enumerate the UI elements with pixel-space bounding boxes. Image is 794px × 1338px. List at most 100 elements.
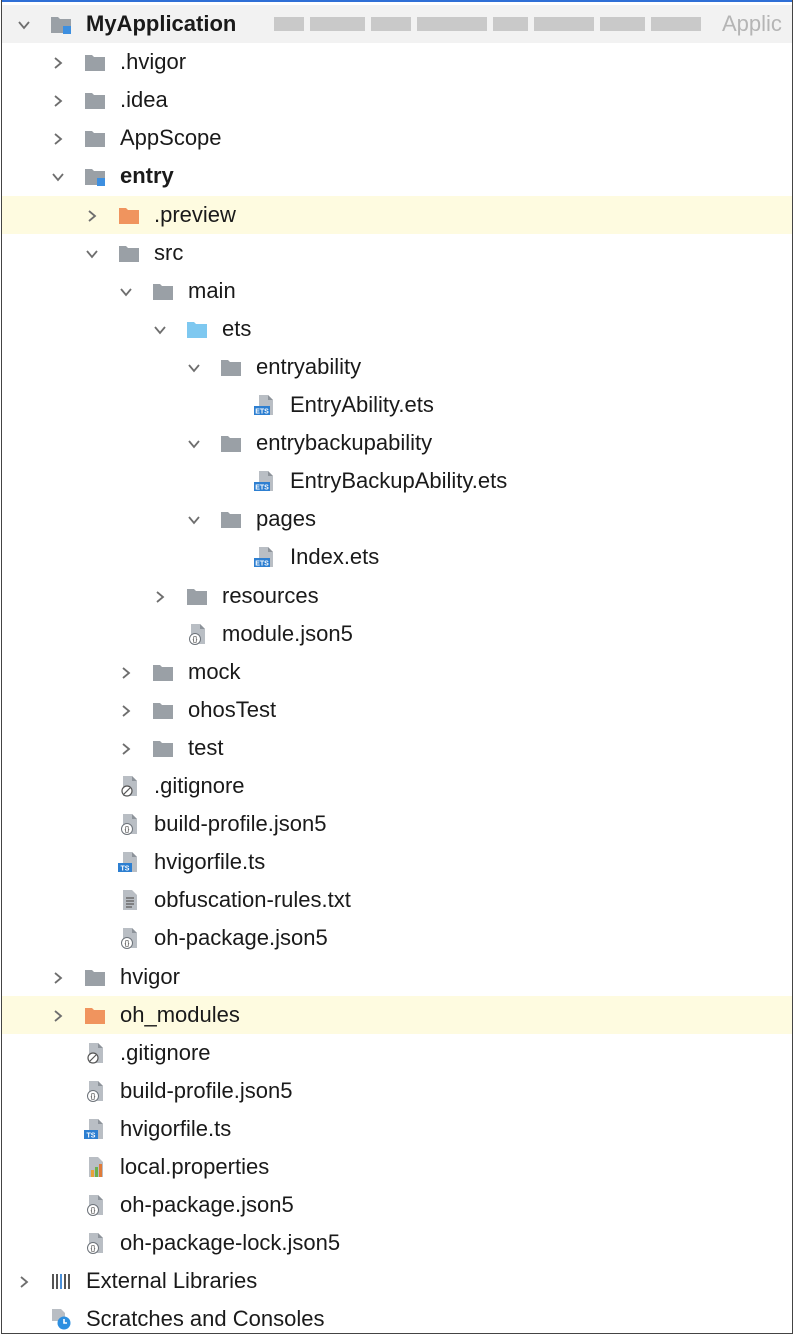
ets-file-icon: ETS	[254, 394, 276, 416]
tree-row-gitignore[interactable]: .gitignore	[2, 767, 792, 805]
tree-row-label: MyApplication	[86, 11, 237, 36]
chevron-down-icon[interactable]	[188, 513, 200, 525]
tree-row-label: entrybackupability	[256, 430, 433, 456]
chevron-right-icon[interactable]	[120, 704, 132, 717]
chevron-right-icon[interactable]	[52, 132, 64, 145]
svg-text:{}: {}	[125, 941, 130, 948]
tree-row-label: local.properties	[120, 1154, 270, 1179]
json-file-icon: {}	[84, 1232, 106, 1255]
chevron-right-icon[interactable]	[52, 971, 64, 984]
tree-row-build-profile-json5[interactable]: {} build-profile.json5	[2, 805, 792, 843]
svg-text:{}: {}	[91, 1246, 96, 1253]
tree-row-index-ets[interactable]: ETS Index.ets	[2, 538, 792, 576]
chevron-down-icon[interactable]	[120, 285, 132, 297]
tree-row-ets[interactable]: ets	[2, 310, 792, 348]
tree-row-entry[interactable]: entry	[2, 157, 792, 195]
tree-row-gitignore[interactable]: .gitignore	[2, 1034, 792, 1072]
ets-file-icon: ETS	[254, 546, 276, 568]
tree-row-label: EntryAbility.ets	[290, 392, 434, 417]
tree-row-ohostest[interactable]: ohosTest	[2, 691, 792, 729]
tree-row-pages[interactable]: pages	[2, 500, 792, 538]
chevron-right-icon[interactable]	[120, 666, 132, 679]
properties-file-icon	[84, 1156, 106, 1178]
tree-row-idea[interactable]: .idea	[2, 81, 792, 119]
scratches-icon	[50, 1308, 72, 1330]
tree-row-label: .preview	[154, 201, 236, 227]
tree-row-hvigorfile-ts[interactable]: TS hvigorfile.ts	[2, 843, 792, 881]
tree-row-label: .gitignore	[154, 773, 245, 798]
tree-row-label: ets	[222, 315, 252, 341]
tree-row-main[interactable]: main	[2, 272, 792, 310]
folder-orange-icon	[84, 1004, 106, 1026]
tree-row-oh-package-json5[interactable]: {} oh-package.json5	[2, 1186, 792, 1224]
tree-row-external-libraries[interactable]: External Libraries	[2, 1262, 792, 1300]
folder-orange-icon	[118, 204, 140, 226]
tree-row-src[interactable]: src	[2, 234, 792, 272]
chevron-right-icon[interactable]	[52, 56, 64, 69]
tree-row-oh-modules[interactable]: oh_modules	[2, 995, 792, 1034]
folder-icon	[186, 585, 208, 607]
tree-row-entrybackupability[interactable]: entrybackupability	[2, 424, 792, 462]
blurred-project-path	[274, 13, 714, 35]
folder-icon	[84, 51, 106, 73]
tree-row-entryability-ets[interactable]: ETS EntryAbility.ets	[2, 386, 792, 424]
tree-row-label: oh-package-lock.json5	[120, 1230, 341, 1256]
tree-row-label: .idea	[120, 87, 168, 113]
tree-row-label: obfuscation-rules.txt	[154, 887, 351, 913]
tree-row-appscope[interactable]: AppScope	[2, 119, 792, 157]
tree-row-scratches-and-consoles[interactable]: Scratches and Consoles	[2, 1300, 792, 1333]
chevron-down-icon[interactable]	[18, 18, 30, 30]
libraries-icon	[50, 1270, 72, 1292]
tree-row-hvigor[interactable]: hvigor	[2, 958, 792, 996]
tree-row-myapplication[interactable]: MyApplication Applic	[2, 5, 792, 43]
chevron-right-icon[interactable]	[52, 94, 64, 107]
svg-text:{}: {}	[91, 1208, 96, 1215]
chevron-down-icon[interactable]	[188, 437, 200, 449]
chevron-down-icon[interactable]	[86, 247, 98, 259]
project-path-suffix: Applic	[722, 11, 782, 36]
tree-row-preview[interactable]: .preview	[2, 195, 792, 234]
tree-row-resources[interactable]: resources	[2, 577, 792, 615]
chevron-down-icon[interactable]	[188, 361, 200, 373]
chevron-down-icon[interactable]	[154, 323, 166, 335]
chevron-right-icon[interactable]	[18, 1275, 30, 1288]
tree-row-hvigor[interactable]: .hvigor	[2, 43, 792, 81]
tree-row-local-properties[interactable]: local.properties	[2, 1148, 792, 1186]
tree-row-label: Scratches and Consoles	[86, 1306, 325, 1332]
folder-icon	[152, 737, 174, 759]
tree-row-label: pages	[256, 506, 316, 532]
folder-icon	[220, 508, 242, 530]
chevron-right-icon[interactable]	[52, 1009, 64, 1022]
chevron-right-icon[interactable]	[154, 590, 166, 603]
tree-row-entrybackupability-ets[interactable]: ETS EntryBackupAbility.ets	[2, 462, 792, 500]
tree-row-mock[interactable]: mock	[2, 653, 792, 691]
chevron-right-icon[interactable]	[86, 209, 98, 222]
tree-row-test[interactable]: test	[2, 729, 792, 767]
tree-row-label: oh-package.json5	[154, 925, 328, 951]
text-file-icon	[118, 889, 140, 911]
folder-icon	[118, 242, 140, 264]
chevron-right-icon[interactable]	[120, 742, 132, 755]
tree-row-label: resources	[222, 582, 319, 608]
project-tree: MyApplication Applic .hvigor .idea AppScope e…	[1, 0, 793, 1334]
tree-row-label: hvigor	[120, 963, 180, 989]
folder-icon	[220, 432, 242, 454]
svg-text:ETS: ETS	[255, 561, 269, 568]
tree-row-entryability[interactable]: entryability	[2, 348, 792, 386]
tree-row-oh-package-json5[interactable]: {} oh-package.json5	[2, 919, 792, 957]
tree-row-build-profile-json5[interactable]: {} build-profile.json5	[2, 1072, 792, 1110]
folder-icon	[152, 699, 174, 721]
svg-text:TS: TS	[87, 1132, 96, 1139]
chevron-down-icon[interactable]	[52, 170, 64, 182]
tree-row-obfuscation-rules-txt[interactable]: obfuscation-rules.txt	[2, 881, 792, 919]
top-accent-line	[2, 0, 792, 2]
folder-blue-icon	[186, 318, 208, 340]
tree-row-oh-package-lock-json5[interactable]: {} oh-package-lock.json5	[2, 1224, 792, 1262]
tree-row-module-json5[interactable]: {} module.json5	[2, 615, 792, 653]
tree-row-label: Index.ets	[290, 544, 380, 570]
svg-text:{}: {}	[125, 827, 130, 834]
tree-row-hvigorfile-ts[interactable]: TS hvigorfile.ts	[2, 1110, 792, 1148]
ignore-file-icon	[118, 775, 140, 797]
svg-text:ETS: ETS	[255, 485, 269, 492]
json-file-icon: {}	[84, 1080, 106, 1102]
